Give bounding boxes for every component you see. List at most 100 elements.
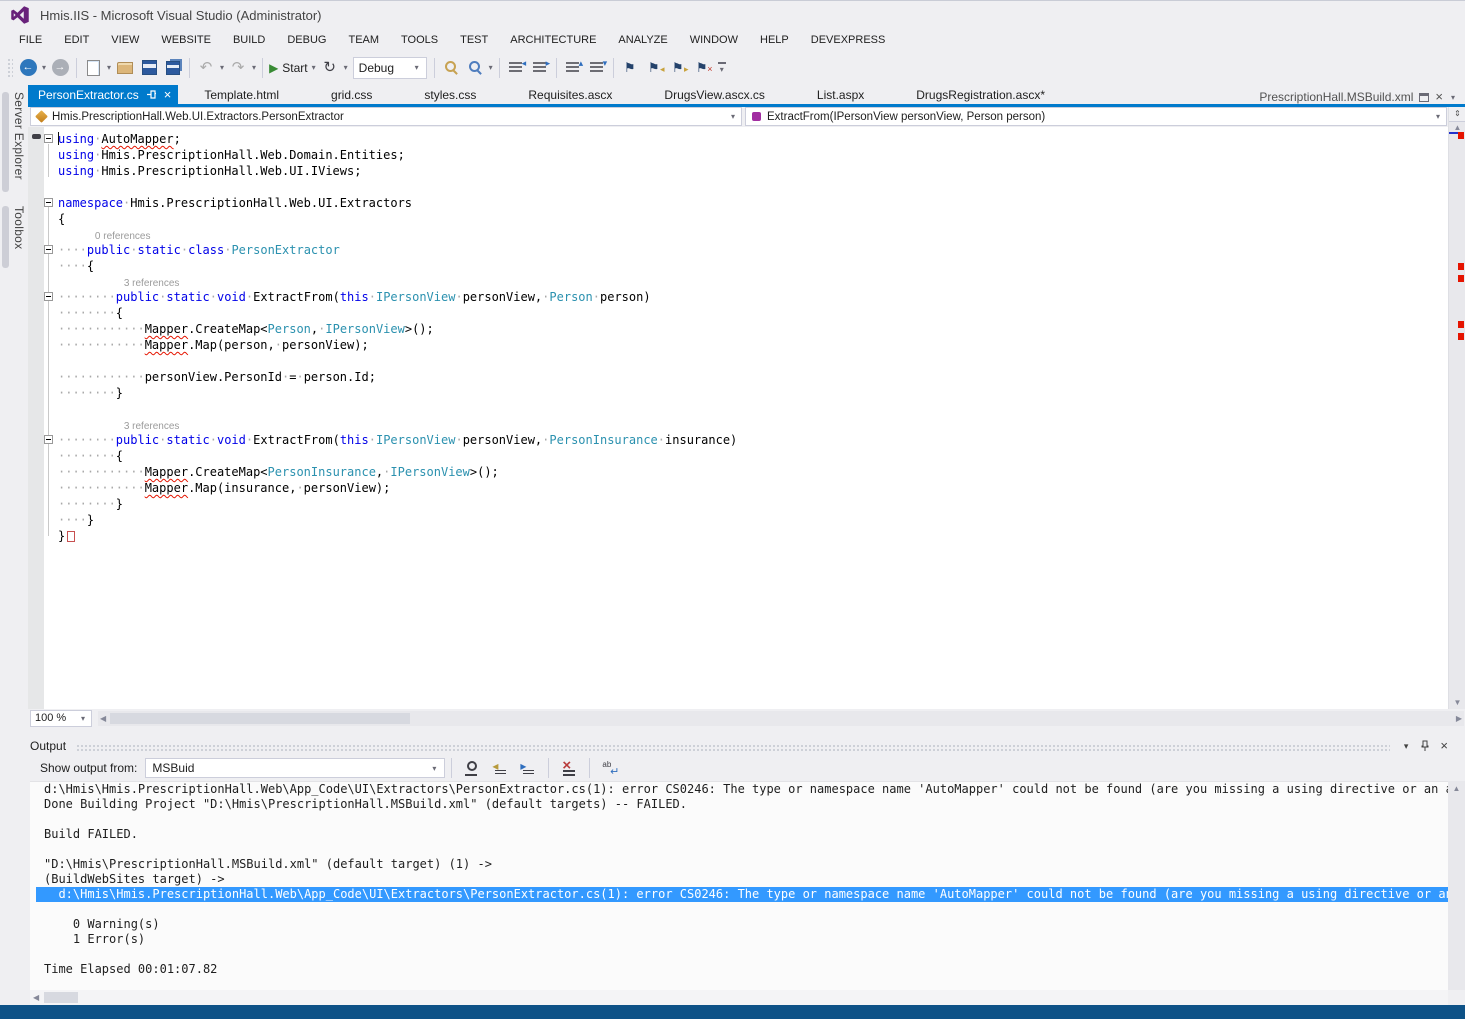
tab-styles-css[interactable]: styles.css bbox=[398, 85, 502, 104]
side-tab-toolbox[interactable]: Toolbox bbox=[2, 206, 28, 268]
scroll-right-icon[interactable]: ▶ bbox=[1456, 714, 1462, 723]
redo-button[interactable]: ↷ bbox=[226, 56, 250, 80]
fold-collapse-icon[interactable] bbox=[44, 435, 53, 444]
start-dropdown[interactable]: ▾ bbox=[310, 63, 318, 72]
pin-icon[interactable] bbox=[1420, 740, 1430, 752]
refresh-dropdown[interactable]: ▾ bbox=[342, 63, 350, 72]
output-line[interactable] bbox=[30, 947, 1448, 962]
undo-button[interactable]: ↶ bbox=[194, 56, 218, 80]
navigate-backward-dropdown[interactable]: ▾ bbox=[40, 63, 48, 72]
panel-grip[interactable] bbox=[76, 744, 1390, 751]
menu-file[interactable]: FILE bbox=[8, 31, 53, 49]
type-dropdown[interactable]: Hmis.PrescriptionHall.Web.UI.Extractors.… bbox=[30, 107, 742, 126]
tab-requisites-ascx[interactable]: Requisites.ascx bbox=[502, 85, 638, 104]
clear-bookmarks-button[interactable]: ⚑× bbox=[690, 56, 714, 80]
codelens-references[interactable]: 0 references bbox=[95, 231, 151, 242]
close-tab-icon[interactable]: × bbox=[1435, 91, 1443, 103]
scrollbar-thumb[interactable] bbox=[110, 713, 410, 724]
codelens-references[interactable]: 3 references bbox=[124, 278, 180, 289]
menu-help[interactable]: HELP bbox=[749, 31, 800, 49]
codelens-row[interactable]: 3 references bbox=[28, 417, 1448, 432]
code-editor[interactable]: using·AutoMapper;using·Hmis.Prescription… bbox=[28, 127, 1448, 709]
menu-architecture[interactable]: ARCHITECTURE bbox=[499, 31, 607, 49]
toolbar-overflow-dropdown[interactable]: ▾ bbox=[718, 62, 726, 74]
find-message-icon[interactable] bbox=[463, 760, 481, 777]
close-tab-icon[interactable]: × bbox=[164, 89, 172, 101]
decrease-indent-button[interactable]: ▴ bbox=[561, 56, 585, 80]
find-in-files-button[interactable] bbox=[439, 56, 463, 80]
save-all-button[interactable] bbox=[161, 56, 185, 80]
redo-dropdown[interactable]: ▾ bbox=[250, 63, 258, 72]
menu-window[interactable]: WINDOW bbox=[679, 31, 749, 49]
output-line[interactable]: Build FAILED. bbox=[30, 827, 1448, 842]
quick-find-dropdown[interactable]: ▾ bbox=[487, 63, 495, 72]
output-vertical-scrollbar[interactable]: ▲ bbox=[1448, 781, 1465, 990]
new-item-button[interactable] bbox=[81, 56, 105, 80]
scroll-up-icon[interactable]: ▲ bbox=[1448, 784, 1465, 793]
editor-horizontal-scrollbar[interactable]: ◀ ▶ bbox=[98, 711, 1464, 726]
menu-devexpress[interactable]: DEVEXPRESS bbox=[800, 31, 897, 49]
pin-icon[interactable] bbox=[146, 89, 157, 100]
navigate-forward-button[interactable]: → bbox=[48, 56, 72, 80]
output-line[interactable]: Done Building Project "D:\Hmis\Prescript… bbox=[30, 797, 1448, 812]
scroll-down-icon[interactable]: ▼ bbox=[1449, 698, 1465, 707]
toolbar-grip[interactable] bbox=[7, 58, 13, 78]
menu-build[interactable]: BUILD bbox=[222, 31, 276, 49]
close-panel-icon[interactable]: × bbox=[1440, 740, 1448, 752]
output-line[interactable]: 1 Error(s) bbox=[30, 932, 1448, 947]
previous-message-icon[interactable] bbox=[491, 760, 509, 777]
refresh-button[interactable]: ↻ bbox=[318, 56, 342, 80]
splitter-handle-icon[interactable]: ⇕ bbox=[1449, 107, 1465, 122]
output-line[interactable] bbox=[30, 812, 1448, 827]
output-log[interactable]: d:\Hmis\Hmis.PrescriptionHall.Web\App_Co… bbox=[30, 781, 1448, 990]
toggle-bookmark-button[interactable]: ⚑ bbox=[618, 56, 642, 80]
fold-collapse-icon[interactable] bbox=[44, 198, 53, 207]
start-debug-button[interactable]: ▶Start bbox=[267, 56, 310, 80]
add-existing-item-button[interactable] bbox=[113, 56, 137, 80]
clear-all-icon[interactable] bbox=[560, 760, 578, 777]
output-source-combobox[interactable]: MSBuid ▾ bbox=[145, 758, 445, 778]
output-horizontal-scrollbar[interactable]: ◀ bbox=[30, 990, 1448, 1005]
word-wrap-icon[interactable] bbox=[601, 760, 619, 777]
editor-vertical-scrollbar[interactable]: ⇕ ▲ ▼ bbox=[1448, 107, 1465, 709]
menu-team[interactable]: TEAM bbox=[337, 31, 390, 49]
codelens-references[interactable]: 3 references bbox=[124, 421, 180, 432]
menu-tools[interactable]: TOOLS bbox=[390, 31, 449, 49]
increase-indent-button[interactable]: ▾ bbox=[585, 56, 609, 80]
menu-test[interactable]: TEST bbox=[449, 31, 499, 49]
fold-collapse-icon[interactable] bbox=[44, 245, 53, 254]
new-item-dropdown[interactable]: ▾ bbox=[105, 63, 113, 72]
next-bookmark-button[interactable]: ⚑▸ bbox=[666, 56, 690, 80]
codelens-row[interactable]: 3 references bbox=[28, 274, 1448, 289]
output-line[interactable] bbox=[30, 902, 1448, 917]
menu-debug[interactable]: DEBUG bbox=[276, 31, 337, 49]
output-line[interactable]: Time Elapsed 00:01:07.82 bbox=[30, 962, 1448, 977]
output-line[interactable]: 0 Warning(s) bbox=[30, 917, 1448, 932]
tab-list-aspx[interactable]: List.aspx bbox=[791, 85, 890, 104]
side-tab-server-explorer[interactable]: Server Explorer bbox=[2, 92, 28, 192]
scroll-up-icon[interactable]: ▲ bbox=[1449, 123, 1465, 132]
fold-collapse-icon[interactable] bbox=[44, 134, 53, 143]
scroll-left-icon[interactable]: ◀ bbox=[100, 714, 106, 723]
open-query-button[interactable]: ▸ bbox=[528, 56, 552, 80]
tab-personextractor[interactable]: PersonExtractor.cs × bbox=[28, 85, 178, 104]
output-line[interactable]: "D:\Hmis\PrescriptionHall.MSBuild.xml" (… bbox=[30, 857, 1448, 872]
menu-edit[interactable]: EDIT bbox=[53, 31, 100, 49]
output-line-selected[interactable]: d:\Hmis\Hmis.PrescriptionHall.Web\App_Co… bbox=[36, 887, 1448, 902]
navigate-backward-button[interactable]: ← bbox=[16, 56, 40, 80]
tab-drugsregistration-ascx-[interactable]: DrugsRegistration.ascx* bbox=[890, 85, 1071, 104]
configuration-combobox[interactable]: Debug▾ bbox=[353, 57, 427, 79]
fold-collapse-icon[interactable] bbox=[44, 292, 53, 301]
tab-grid-css[interactable]: grid.css bbox=[305, 85, 398, 104]
menu-view[interactable]: VIEW bbox=[100, 31, 150, 49]
create-new-query-button[interactable]: ◂ bbox=[504, 56, 528, 80]
output-line[interactable]: (BuildWebSites target) -> bbox=[30, 872, 1448, 887]
float-window-icon[interactable] bbox=[1419, 93, 1429, 102]
scrollbar-thumb[interactable] bbox=[44, 992, 78, 1003]
window-position-dropdown-icon[interactable]: ▾ bbox=[1402, 741, 1411, 752]
menu-website[interactable]: WEBSITE bbox=[150, 31, 222, 49]
member-dropdown[interactable]: ExtractFrom(IPersonView personView, Pers… bbox=[745, 107, 1447, 126]
quick-find-button[interactable] bbox=[463, 56, 487, 80]
output-line[interactable]: d:\Hmis\Hmis.PrescriptionHall.Web\App_Co… bbox=[30, 782, 1448, 797]
save-button[interactable] bbox=[137, 56, 161, 80]
